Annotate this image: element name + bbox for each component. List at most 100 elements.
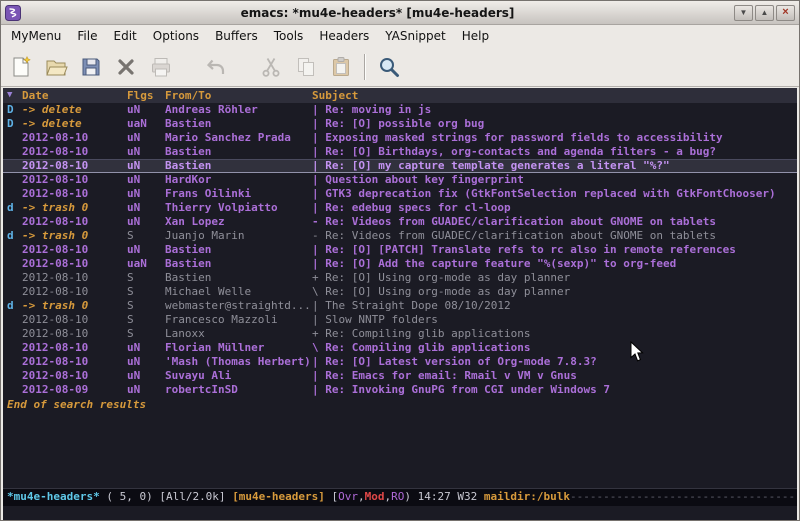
modeline-plain: ) [404, 490, 417, 503]
menu-file[interactable]: File [69, 25, 105, 48]
message-subject: | Question about key fingerprint [312, 173, 797, 187]
paste-button[interactable] [326, 52, 356, 82]
printer-icon [149, 55, 173, 79]
mode-line[interactable]: *mu4e-headers* ( 5, 0) [All/2.0k] [mu4e-… [3, 488, 797, 506]
message-row[interactable]: 2012-08-10 uN Bastien | Re: [O] Birthday… [3, 145, 797, 159]
message-subject: | Re: [O] Add the capture feature "%(sex… [312, 257, 797, 271]
menu-headers[interactable]: Headers [311, 25, 377, 48]
message-subject: | Re: Emacs for email: Rmail v VM v Gnus [312, 369, 797, 383]
message-subject: + Re: Compiling glib applications [312, 327, 797, 341]
message-flags: S [127, 271, 165, 285]
message-row[interactable]: D -> delete uN Andreas Röhler | Re: movi… [3, 103, 797, 117]
message-mark: d [7, 299, 22, 313]
message-flags: uaN [127, 117, 165, 131]
message-mark [7, 271, 22, 285]
message-subject: \ Re: [O] Using org-mode as day planner [312, 285, 797, 299]
message-row[interactable]: 2012-08-10 S Lanoxx + Re: Compiling glib… [3, 327, 797, 341]
message-from: Thierry Volpiatto [165, 201, 312, 215]
message-row[interactable]: 2012-08-09 uN robertcInSD | Re: Invoking… [3, 383, 797, 397]
open-folder-icon [44, 55, 68, 79]
message-date: 2012-08-10 [22, 313, 127, 327]
message-flags: uN [127, 341, 165, 355]
maximize-button[interactable]: ▲ [755, 5, 774, 21]
minimize-button[interactable]: ▼ [734, 5, 753, 21]
echo-area[interactable] [3, 506, 797, 520]
message-subject: | GTK3 deprecation fix (GtkFontSelection… [312, 187, 797, 201]
message-row[interactable]: 2012-08-10 uN Bastien | Re: [O] [PATCH] … [3, 243, 797, 257]
message-date: 2012-08-10 [22, 131, 127, 145]
message-row[interactable]: 2012-08-10 uN Mario Sanchez Prada | Expo… [3, 131, 797, 145]
modeline-plain: [All/2.0k] [159, 490, 232, 503]
message-mark [7, 159, 22, 173]
message-row[interactable]: 2012-08-10 uaN Bastien | Re: [O] Add the… [3, 257, 797, 271]
message-row[interactable]: 2012-08-10 S Francesco Mazzoli | Slow NN… [3, 313, 797, 327]
message-from: Mario Sanchez Prada [165, 131, 312, 145]
message-row[interactable]: d -> trash 0 S webmaster@straightd... | … [3, 299, 797, 313]
message-flags: uN [127, 187, 165, 201]
menu-mymenu[interactable]: MyMenu [3, 25, 69, 48]
menu-help[interactable]: Help [454, 25, 497, 48]
kill-buffer-button[interactable] [111, 52, 141, 82]
close-button[interactable]: × [776, 5, 795, 21]
menu-buffers[interactable]: Buffers [207, 25, 266, 48]
modeline-mod: Mod [365, 490, 385, 503]
message-row[interactable]: d -> trash 0 S Juanjo Marin - Re: Videos… [3, 229, 797, 243]
message-mark: D [7, 103, 22, 117]
message-row[interactable]: d -> trash 0 uN Thierry Volpiatto | Re: … [3, 201, 797, 215]
column-header-subject[interactable]: Subject [312, 88, 797, 103]
message-row[interactable]: 2012-08-10 uN Xan Lopez - Re: Videos fro… [3, 215, 797, 229]
message-flags: S [127, 229, 165, 243]
titlebar[interactable]: emacs: *mu4e-headers* [mu4e-headers] ▼▲× [1, 1, 799, 25]
column-header-flags[interactable]: Flgs [127, 88, 165, 103]
message-flags: uN [127, 369, 165, 383]
message-flags: S [127, 285, 165, 299]
sort-direction-icon[interactable]: ▼ [7, 88, 22, 103]
message-mark [7, 257, 22, 271]
menu-edit[interactable]: Edit [106, 25, 145, 48]
message-row[interactable]: 2012-08-10 uN 'Mash (Thomas Herbert) | R… [3, 355, 797, 369]
print-buffer-button[interactable] [146, 52, 176, 82]
open-file-button[interactable] [41, 52, 71, 82]
copy-icon [294, 55, 318, 79]
undo-button[interactable] [201, 52, 231, 82]
close-x-icon [114, 55, 138, 79]
message-from: Bastien [165, 271, 312, 285]
message-mark [7, 285, 22, 299]
search-button[interactable] [374, 52, 404, 82]
new-file-button[interactable] [6, 52, 36, 82]
save-buffer-button[interactable] [76, 52, 106, 82]
undo-arrow-icon [204, 55, 228, 79]
message-row[interactable]: 2012-08-10 uN Florian Müllner \ Re: Comp… [3, 341, 797, 355]
cut-button[interactable] [256, 52, 286, 82]
message-row[interactable]: 2012-08-10 S Michael Welle \ Re: [O] Usi… [3, 285, 797, 299]
window-title: emacs: *mu4e-headers* [mu4e-headers] [25, 6, 730, 20]
column-header-date[interactable]: Date [22, 88, 127, 103]
message-date: 2012-08-09 [22, 383, 127, 397]
modeline-dashes: ----------------------------------------… [570, 490, 797, 503]
message-flags: S [127, 313, 165, 327]
message-mark: d [7, 229, 22, 243]
message-subject: | Exposing masked strings for password f… [312, 131, 797, 145]
menu-tools[interactable]: Tools [266, 25, 312, 48]
message-subject: \ Re: Compiling glib applications [312, 341, 797, 355]
column-header-from[interactable]: From/To [165, 88, 312, 103]
message-from: Xan Lopez [165, 215, 312, 229]
message-row[interactable]: 2012-08-10 uN HardKor | Question about k… [3, 173, 797, 187]
message-date: 2012-08-10 [22, 145, 127, 159]
tool-bar [1, 48, 799, 87]
message-row[interactable]: 2012-08-10 S Bastien + Re: [O] Using org… [3, 271, 797, 285]
copy-button[interactable] [291, 52, 321, 82]
search-icon [377, 55, 401, 79]
message-flags: uN [127, 159, 165, 173]
message-subject: | The Straight Dope 08/10/2012 [312, 299, 797, 313]
menu-options[interactable]: Options [145, 25, 207, 48]
message-row[interactable]: 2012-08-10 uN Frans Oilinki | GTK3 depre… [3, 187, 797, 201]
message-row[interactable]: 2012-08-10 uN Suvayu Ali | Re: Emacs for… [3, 369, 797, 383]
message-mark [7, 131, 22, 145]
message-row[interactable]: D -> delete uaN Bastien | Re: [O] possib… [3, 117, 797, 131]
menu-yasnippet[interactable]: YASnippet [377, 25, 454, 48]
header-line: ▼ Date Flgs From/To Subject [3, 88, 797, 103]
message-date: 2012-08-10 [22, 327, 127, 341]
message-date: 2012-08-10 [22, 173, 127, 187]
message-row[interactable]: 2012-08-10 uN Bastien | Re: [O] my captu… [3, 159, 797, 173]
